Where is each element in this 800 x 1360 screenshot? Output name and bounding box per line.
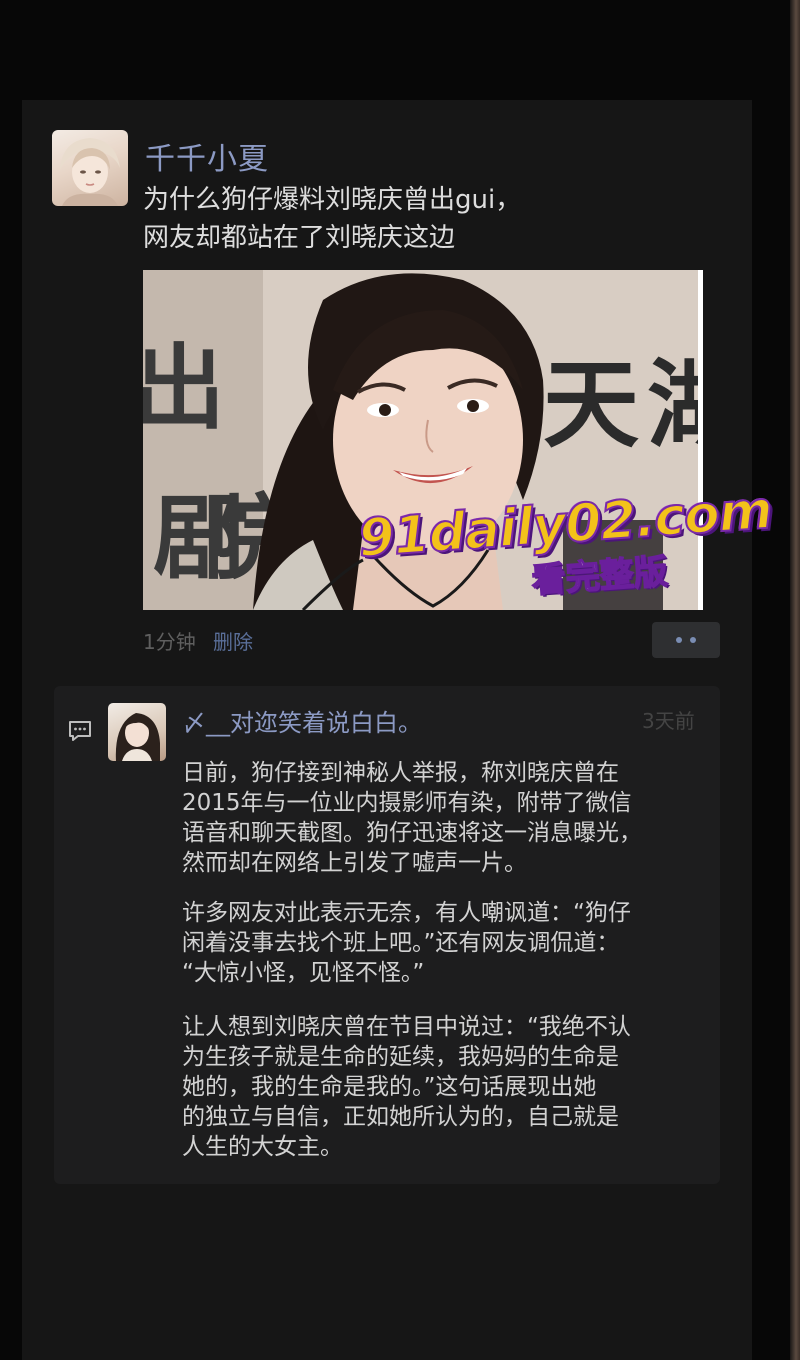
post-timestamp: 1分钟 (143, 630, 196, 654)
post-author-name[interactable]: 千千小夏 (145, 134, 269, 178)
comment-author-avatar[interactable] (108, 703, 166, 761)
comment-text-line: 的独立与自信，正如她所认为的，自己就是 (182, 1104, 619, 1130)
watermark-tag: 看完整版 (530, 551, 670, 602)
comment-text-line: 2015年与一位业内摄影师有染，附带了微信 (182, 790, 632, 816)
comment-text-line: 语音和聊天截图。狗仔迅速将这一消息曝光， (182, 820, 642, 846)
post-author-avatar[interactable] (52, 130, 128, 206)
comment-text-line: 然而却在网络上引发了嘘声一片。 (182, 850, 527, 876)
comment-text-line: “大惊小怪，见怪不怪。” (182, 960, 425, 986)
comment-text-line: 为生孩子就是生命的延续，我妈妈的生命是 (182, 1044, 619, 1070)
comment-text-line: 她的，我的生命是我的。”这句话展现出她 (182, 1074, 597, 1100)
more-dots-icon (676, 637, 682, 643)
background-edge (790, 0, 800, 1360)
svg-text:湖: 湖 (647, 349, 703, 461)
comment-text-line: 闲着没事去找个班上吧。”还有网友调侃道： (182, 930, 620, 956)
more-button[interactable] (652, 622, 720, 658)
comment-text-line: 许多网友对此表示无奈，有人嘲讽道：“狗仔 (182, 900, 631, 926)
page: 千千小夏 为什么狗仔爆料刘晓庆曾出gui， 网友却都站在了刘晓庆这边 天 湖 出… (0, 0, 800, 1360)
comment-text-line: 日前，狗仔接到神秘人举报，称刘晓庆曾在 (182, 760, 619, 786)
svg-text:天: 天 (543, 349, 639, 461)
svg-text:出: 出 (143, 335, 225, 442)
comment-text-line: 人生的大女主。 (182, 1134, 343, 1160)
more-dots-icon (690, 637, 696, 643)
comment-text-line: 让人想到刘晓庆曾在节目中说过：“我绝不认 (182, 1014, 631, 1040)
comment-bubble-icon (68, 720, 92, 742)
post-text-line: 为什么狗仔爆料刘晓庆曾出gui， (143, 185, 522, 215)
post-text-line: 网友却都站在了刘晓庆这边 (143, 223, 456, 253)
comment-author-name[interactable]: 〆__对迩笑着说白白。 (182, 703, 422, 738)
delete-link[interactable]: 删除 (213, 626, 253, 655)
comment-timestamp: 3天前 (642, 709, 695, 733)
